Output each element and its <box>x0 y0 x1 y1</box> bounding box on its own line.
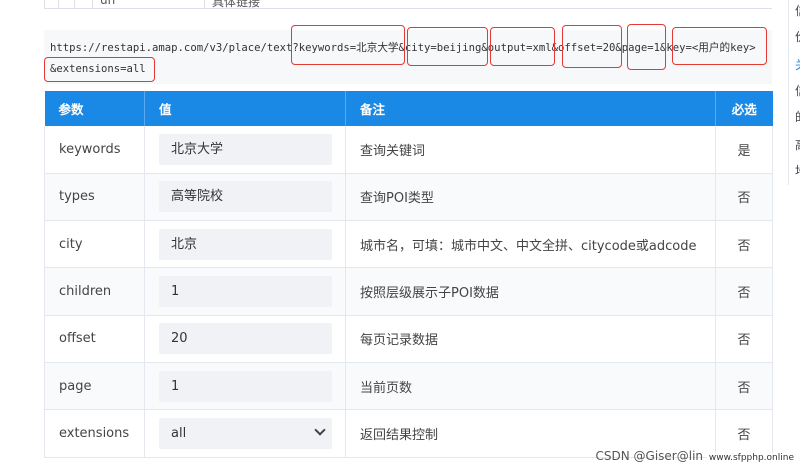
param-name: offset <box>44 315 145 363</box>
param-note: 查询POI类型 <box>345 173 716 222</box>
param-required: 否 <box>715 220 773 269</box>
csdn-watermark: CSDN @Giser@lin www.sfpphp.online <box>596 449 796 463</box>
param-note: 按照层级展示子POI数据 <box>345 267 716 316</box>
param-note: 查询关键词 <box>345 126 716 174</box>
header-note: 备注 <box>345 91 716 126</box>
toc-char[interactable]: 信 <box>795 82 800 99</box>
value-cell: 北京 <box>144 220 346 269</box>
annotation-output <box>490 27 555 66</box>
value-cell: 1 <box>144 362 346 411</box>
table-row: offset 20 每页记录数据 否 <box>44 315 773 363</box>
chevron-down-icon <box>314 424 326 436</box>
param-name: children <box>44 267 145 316</box>
param-note: 当前页数 <box>345 362 716 411</box>
city-input[interactable]: 北京 <box>159 228 332 260</box>
cell-divider <box>92 0 93 9</box>
watermark-main: CSDN @Giser@lin <box>595 449 704 463</box>
param-name: extensions <box>44 409 145 458</box>
toc-char[interactable]: 信 <box>795 2 800 19</box>
annotation-page <box>627 24 666 70</box>
value-cell: 1 <box>144 267 346 316</box>
table-row: keywords 北京大学 查询关键词 是 <box>44 126 773 174</box>
cell-divider <box>74 0 75 9</box>
table-header-row: 参数 值 备注 必选 <box>44 91 773 126</box>
value-cell: 高等院校 <box>144 173 346 222</box>
annotation-keywords <box>291 25 405 65</box>
annotation-extensions <box>44 57 155 82</box>
param-required: 是 <box>715 126 773 174</box>
param-note: 每页记录数据 <box>345 315 716 363</box>
extensions-select[interactable]: all <box>159 417 332 449</box>
params-table: 参数 值 备注 必选 keywords 北京大学 查询关键词 是 types 高… <box>44 91 773 458</box>
toc-char[interactable]: 地 <box>795 162 800 179</box>
previous-table-fragment: un 具体链接 <box>44 0 772 9</box>
param-name: keywords <box>44 126 145 174</box>
param-required: 否 <box>715 173 773 222</box>
offset-input[interactable]: 20 <box>159 323 332 355</box>
param-name: city <box>44 220 145 269</box>
annotation-city <box>407 27 488 66</box>
header-param: 参数 <box>44 91 145 126</box>
watermark-site: www.sfpphp.online <box>706 453 796 463</box>
param-required: 否 <box>715 267 773 316</box>
param-name: types <box>44 173 145 222</box>
param-required: 否 <box>715 315 773 363</box>
keywords-input[interactable]: 北京大学 <box>159 133 332 165</box>
fragment-text: 具体链接 <box>212 0 261 9</box>
toc-char[interactable]: 高 <box>795 136 800 153</box>
children-input[interactable]: 1 <box>159 276 332 308</box>
toc-char-active[interactable]: 关 <box>795 56 800 73</box>
value-cell: 北京大学 <box>144 126 346 174</box>
header-value: 值 <box>144 91 346 126</box>
types-input[interactable]: 高等院校 <box>159 181 332 213</box>
cell-divider <box>44 0 45 9</box>
annotation-key <box>672 27 767 65</box>
table-row: children 1 按照层级展示子POI数据 否 <box>44 267 773 316</box>
param-name: page <box>44 362 145 411</box>
param-note: 城市名，可填：城市中文、中文全拼、citycode或adcode <box>345 220 716 269</box>
cell-divider <box>58 0 59 9</box>
toc-char[interactable]: 价 <box>795 28 800 45</box>
table-row: types 高等院校 查询POI类型 否 <box>44 173 773 222</box>
toc-char[interactable]: 的 <box>795 108 800 125</box>
table-row: city 北京 城市名，可填：城市中文、中文全拼、citycode或adcode… <box>44 220 773 269</box>
annotation-offset <box>562 25 622 68</box>
fragment-text: un <box>100 0 116 7</box>
header-required: 必选 <box>715 91 773 126</box>
param-required: 否 <box>715 362 773 411</box>
extensions-selected-value: all <box>171 425 187 441</box>
cell-divider <box>204 0 205 9</box>
value-cell: 20 <box>144 315 346 363</box>
page-input[interactable]: 1 <box>159 370 332 402</box>
table-row: page 1 当前页数 否 <box>44 362 773 411</box>
side-toc-fragment: 信 价 关 信 的 高 地 <box>788 0 800 185</box>
value-cell: all <box>144 409 346 458</box>
